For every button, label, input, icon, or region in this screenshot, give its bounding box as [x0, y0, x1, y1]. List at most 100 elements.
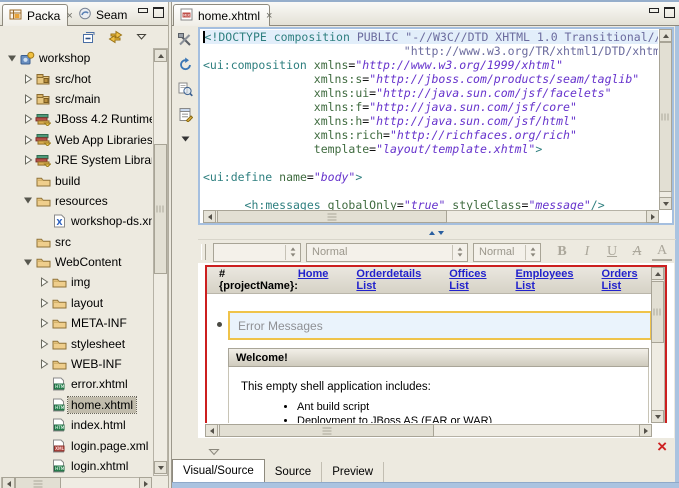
- preview-vertical-scrollbar[interactable]: [651, 267, 665, 423]
- tree-item-home-xhtml[interactable]: HTM home.xhtml: [1, 395, 152, 415]
- editor-mode-tab-preview[interactable]: Preview: [322, 462, 385, 482]
- code-line[interactable]: [203, 184, 658, 198]
- scroll-down-icon[interactable]: [154, 461, 167, 474]
- tree-item-web-app-libraries[interactable]: Web App Libraries: [1, 130, 152, 150]
- scrollbar-thumb[interactable]: [217, 210, 447, 223]
- tree-item-workshop-ds-xml[interactable]: Xworkshop-ds.xml: [1, 211, 152, 231]
- expand-arrow-icon[interactable]: [22, 114, 34, 125]
- scrollbar-thumb[interactable]: [659, 42, 672, 192]
- maximize-icon[interactable]: [153, 7, 165, 18]
- expand-arrow-icon[interactable]: [22, 155, 34, 166]
- code-area[interactable]: <!DOCTYPE composition PUBLIC "-//W3C//DT…: [200, 29, 658, 210]
- collapse-arrow-icon[interactable]: [22, 196, 34, 205]
- vpe-document-selection[interactable]: #{projectName}: Home Orderdetails List Off…: [205, 265, 667, 423]
- expand-arrow-icon[interactable]: [38, 277, 50, 288]
- code-line[interactable]: xmlns:f="http://java.sun.com/jsf/core": [203, 100, 658, 114]
- expand-arrow-icon[interactable]: [22, 73, 34, 84]
- code-line[interactable]: template="layout/template.xhtml">: [203, 142, 658, 156]
- scroll-up-icon[interactable]: [154, 49, 167, 62]
- scroll-up-icon[interactable]: [651, 267, 664, 280]
- scroll-down-icon[interactable]: [659, 197, 672, 210]
- tab-seam-components[interactable]: Seam: [72, 4, 130, 25]
- collapse-arrow-icon[interactable]: [6, 54, 18, 63]
- scroll-right-icon[interactable]: [646, 210, 659, 223]
- scroll-down-icon[interactable]: [651, 410, 664, 423]
- maximize-icon[interactable]: [664, 7, 676, 18]
- source-horizontal-scrollbar[interactable]: [203, 210, 659, 223]
- tree-item-error-xhtml[interactable]: HTM error.xhtml: [1, 374, 152, 394]
- sash-down-icon[interactable]: [437, 230, 444, 235]
- tree-item-stylesheet[interactable]: stylesheet: [1, 333, 152, 353]
- code-line[interactable]: [203, 156, 658, 170]
- expand-arrow-icon[interactable]: [38, 359, 50, 369]
- dropdown-icon[interactable]: [176, 130, 195, 148]
- error-close-icon[interactable]: ×: [657, 438, 667, 455]
- close-icon[interactable]: ×: [266, 10, 272, 22]
- tree-item-jboss-4-2-runtime-jb[interactable]: JBoss 4.2 Runtime [JB: [1, 109, 152, 129]
- tree-item-login-page-xml[interactable]: XML login.page.xml: [1, 435, 152, 455]
- nav-link-employees-list[interactable]: Employees List: [515, 268, 573, 292]
- tree-item-src[interactable]: src: [1, 232, 152, 252]
- tree-horizontal-scrollbar[interactable]: [1, 477, 152, 488]
- collapse-all-icon[interactable]: [80, 29, 98, 46]
- code-line[interactable]: "http://www.w3.org/TR/xhtml1/DTD/xhtml1-…: [203, 44, 658, 58]
- code-line[interactable]: xmlns:s="http://jboss.com/products/seam/…: [203, 72, 658, 86]
- tree-item-img[interactable]: img: [1, 272, 152, 292]
- link-with-editor-icon[interactable]: [106, 29, 124, 46]
- expand-arrow-icon[interactable]: [38, 297, 50, 308]
- tree-item-workshop[interactable]: workshop: [1, 48, 152, 68]
- toolbar-grip[interactable]: [201, 244, 206, 260]
- scroll-left-icon[interactable]: [205, 424, 218, 437]
- nav-link-orders-list[interactable]: Orders List: [602, 268, 639, 292]
- code-line[interactable]: xmlns:h="http://java.sun.com/jsf/html": [203, 114, 658, 128]
- tab-package-explorer[interactable]: Packa ×: [2, 4, 73, 26]
- tree-item-build[interactable]: build: [1, 170, 152, 190]
- scrollbar-thumb[interactable]: [651, 281, 664, 343]
- scroll-left-icon[interactable]: [203, 210, 216, 223]
- tree-item-jre-system-library-j[interactable]: JRE System Library [j: [1, 150, 152, 170]
- refresh-icon[interactable]: [176, 55, 195, 73]
- nav-link-orderdetails-list[interactable]: Orderdetails List: [356, 268, 421, 292]
- collapse-arrow-icon[interactable]: [22, 258, 34, 267]
- tree-item-meta-inf[interactable]: META-INF: [1, 313, 152, 333]
- editor-mode-tab-source[interactable]: Source: [265, 462, 323, 482]
- expand-arrow-icon[interactable]: [22, 94, 34, 104]
- tree-item-src-hot[interactable]: src/hot: [1, 68, 152, 88]
- scroll-up-icon[interactable]: [659, 29, 672, 42]
- minimize-icon[interactable]: [137, 7, 149, 18]
- code-line[interactable]: xmlns:ui="http://java.sun.com/jsf/facele…: [203, 86, 658, 100]
- selection-bar-chevron-icon[interactable]: [208, 445, 220, 459]
- expand-arrow-icon[interactable]: [22, 134, 34, 145]
- editor-mode-tab-visual-source[interactable]: Visual/Source: [172, 459, 265, 482]
- tree-item-resources[interactable]: resources: [1, 191, 152, 211]
- expand-arrow-icon[interactable]: [38, 338, 50, 349]
- preferences-icon[interactable]: [176, 30, 195, 48]
- splitter-sash[interactable]: [198, 226, 674, 239]
- code-line[interactable]: <h:messages globalOnly="true" styleClass…: [203, 198, 658, 210]
- source-vertical-scrollbar[interactable]: [659, 29, 672, 210]
- sash-up-icon[interactable]: [428, 230, 435, 235]
- expand-arrow-icon[interactable]: [38, 318, 50, 329]
- scrollbar-thumb[interactable]: [15, 477, 61, 488]
- source-search-icon[interactable]: [176, 80, 195, 98]
- tree-item-layout[interactable]: layout: [1, 293, 152, 313]
- tree-item-src-main[interactable]: src/main: [1, 89, 152, 109]
- preview-horizontal-scrollbar[interactable]: [205, 424, 652, 437]
- tab-home-xhtml[interactable]: MIX home.xhtml ×: [173, 4, 272, 26]
- nav-link-offices-list[interactable]: Offices List: [449, 268, 487, 292]
- tree-vertical-scrollbar[interactable]: [153, 48, 168, 476]
- scroll-left-icon[interactable]: [2, 477, 15, 488]
- code-line[interactable]: xmlns:rich="http://richfaces.org/rich": [203, 128, 658, 142]
- error-messages-box[interactable]: Error Messages: [228, 311, 652, 340]
- code-line[interactable]: <!DOCTYPE composition PUBLIC "-//W3C//DT…: [203, 30, 658, 44]
- tree-item-web-inf[interactable]: WEB-INF: [1, 354, 152, 374]
- tree-item-index-html[interactable]: HTM index.html: [1, 415, 152, 435]
- code-line[interactable]: <ui:composition xmlns="http://www.w3.org…: [203, 58, 658, 72]
- tree-item-webcontent[interactable]: WebContent: [1, 252, 152, 272]
- code-line[interactable]: <ui:define name="body">: [203, 170, 658, 184]
- form-edit-icon[interactable]: [176, 105, 195, 123]
- scrollbar-thumb[interactable]: [219, 424, 434, 437]
- source-editor[interactable]: <!DOCTYPE composition PUBLIC "-//W3C//DT…: [198, 27, 674, 225]
- scroll-right-icon[interactable]: [639, 424, 652, 437]
- view-menu-icon[interactable]: [132, 29, 150, 46]
